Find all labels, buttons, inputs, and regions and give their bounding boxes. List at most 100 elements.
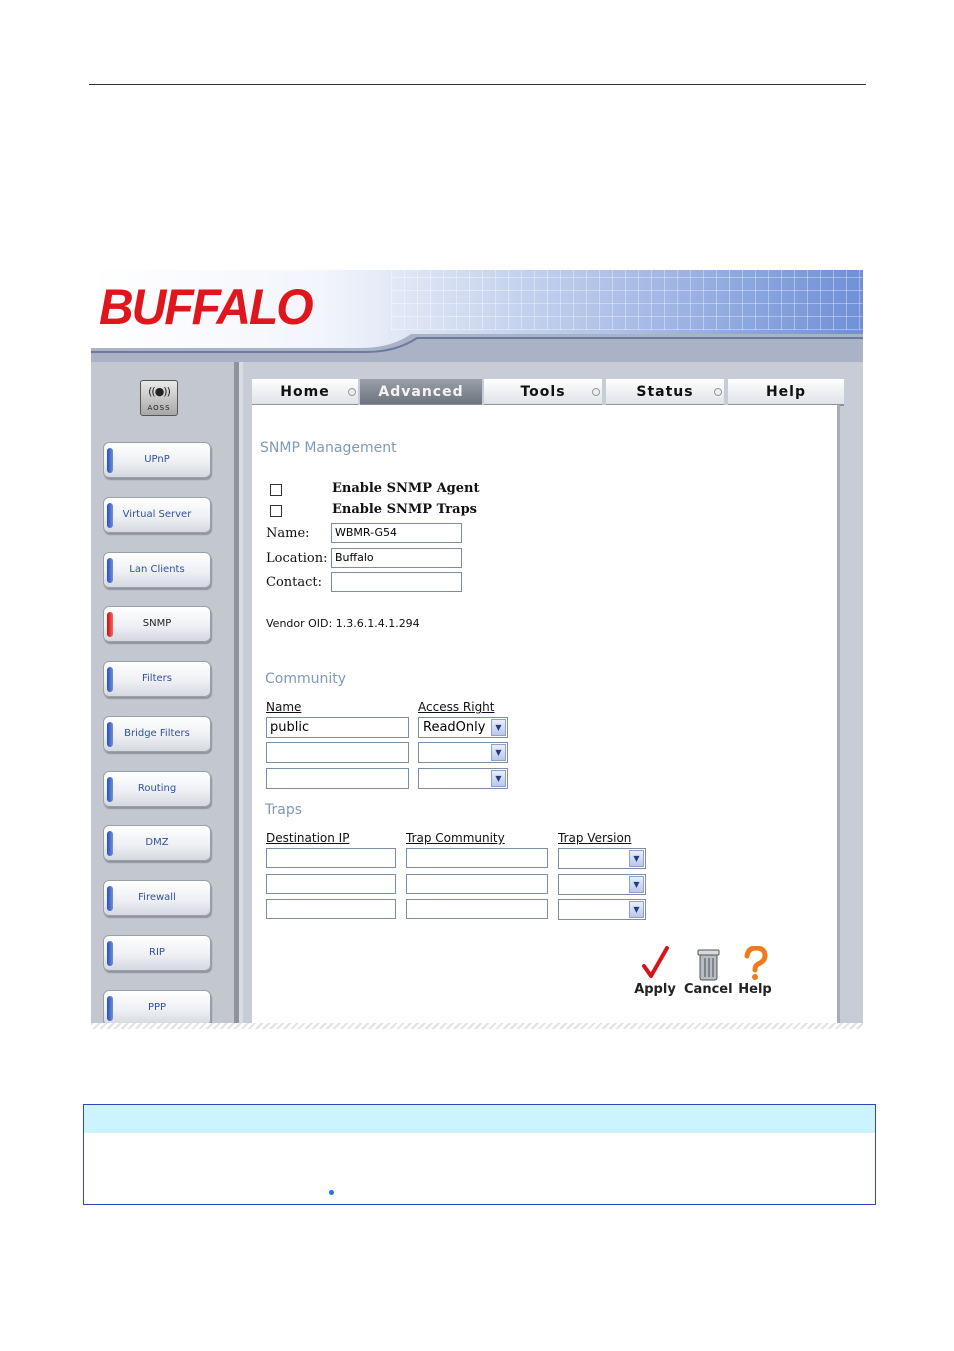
sidebar-item-label: RIP (149, 947, 165, 958)
tab-separator-icon (348, 388, 356, 396)
apply-button[interactable]: Apply (632, 946, 678, 997)
enable-snmp-traps-checkbox[interactable] (270, 505, 282, 517)
chevron-down-icon[interactable]: ▼ (491, 744, 506, 761)
contact-label: Contact: (266, 575, 323, 590)
community-name-input[interactable] (266, 742, 409, 763)
chevron-down-icon[interactable]: ▼ (491, 770, 506, 787)
tab-home[interactable]: Home (252, 379, 358, 406)
community-access-select[interactable]: ▼ (418, 768, 508, 789)
sidebar-item-indicator (107, 831, 113, 856)
sidebar-item-label: Lan Clients (129, 564, 185, 575)
sidebar-item-snmp[interactable]: SNMP (103, 606, 211, 642)
screenshot-bottom-edge (91, 1023, 863, 1029)
cancel-button[interactable]: Cancel (684, 946, 733, 997)
tab-separator-icon (714, 388, 722, 396)
buffalo-logo: BUFFALO (99, 279, 314, 336)
checkmark-icon (632, 946, 678, 982)
enable-snmp-traps-label: Enable SNMP Traps (332, 502, 477, 517)
aoss-button[interactable]: ((●)) AOSS (140, 380, 178, 416)
sidebar-item-bridge-filters[interactable]: Bridge Filters (103, 716, 211, 752)
sidebar-item-indicator (107, 612, 113, 637)
apply-label: Apply (634, 982, 676, 997)
tab-help[interactable]: Help (728, 379, 844, 406)
sidebar-item-indicator (107, 777, 113, 802)
sidebar-item-upnp[interactable]: UPnP (103, 442, 211, 478)
section-title-traps: Traps (265, 802, 303, 818)
router-admin-window: BUFFALO ((●)) AOSS UPnP Virtual Server L… (91, 270, 863, 1028)
vendor-oid-text: Vendor OID: 1.3.6.1.4.1.294 (266, 617, 420, 630)
sidebar-item-label: Firewall (138, 892, 176, 903)
trap-version-select[interactable]: ▼ (558, 899, 646, 920)
tab-tools[interactable]: Tools (484, 379, 602, 406)
chevron-down-icon[interactable]: ▼ (491, 719, 506, 736)
sidebar-item-filters[interactable]: Filters (103, 661, 211, 697)
sidebar-item-indicator (107, 886, 113, 911)
contact-input[interactable] (331, 572, 462, 592)
location-input[interactable]: Buffalo (331, 548, 462, 568)
enable-snmp-agent-label: Enable SNMP Agent (332, 481, 480, 496)
help-button[interactable]: Help (736, 945, 774, 997)
trap-version-header: Trap Version (558, 831, 632, 845)
sidebar-item-dmz[interactable]: DMZ (103, 825, 211, 861)
sidebar-item-indicator (107, 996, 113, 1021)
trash-can-icon (684, 946, 732, 982)
trap-community-input[interactable] (406, 874, 548, 894)
sidebar-divider-highlight (239, 362, 243, 1028)
trap-community-input[interactable] (406, 848, 548, 868)
section-title-community: Community (265, 671, 347, 687)
sidebar-item-label: DMZ (145, 837, 169, 848)
enable-snmp-agent-checkbox[interactable] (270, 484, 282, 496)
tab-separator-icon (592, 388, 600, 396)
note-box (83, 1104, 876, 1205)
sidebar-item-rip[interactable]: RIP (103, 935, 211, 971)
header-grid-pattern (391, 270, 863, 330)
sidebar-item-firewall[interactable]: Firewall (103, 880, 211, 916)
trap-version-select[interactable]: ▼ (558, 848, 646, 869)
trap-dest-input[interactable] (266, 899, 396, 919)
question-mark-icon (736, 945, 774, 982)
top-nav-tabs: Home Advanced Tools Status Help (252, 379, 844, 406)
page-top-rule (89, 84, 866, 85)
chevron-down-icon[interactable]: ▼ (629, 850, 644, 867)
trap-dest-input[interactable] (266, 874, 396, 894)
sidebar-item-lan-clients[interactable]: Lan Clients (103, 552, 211, 588)
sidebar-item-indicator (107, 558, 113, 583)
sidebar-item-virtual-server[interactable]: Virtual Server (103, 497, 211, 533)
header-banner: BUFFALO (91, 270, 863, 362)
sidebar-item-label: Routing (137, 783, 177, 794)
sidebar-item-indicator (107, 503, 113, 528)
trap-community-input[interactable] (406, 899, 548, 919)
community-name-input[interactable]: public (266, 717, 409, 738)
location-label: Location: (266, 551, 328, 566)
community-access-select[interactable]: ▼ (418, 742, 508, 763)
community-name-input[interactable] (266, 768, 409, 789)
trap-dest-header: Destination IP (266, 831, 350, 845)
chevron-down-icon[interactable]: ▼ (629, 901, 644, 918)
section-title-snmp: SNMP Management (260, 440, 397, 456)
sidebar-item-ppp[interactable]: PPP (103, 990, 211, 1026)
community-name-header: Name (266, 700, 302, 714)
name-input[interactable]: WBMR-G54 (331, 523, 462, 543)
sidebar-item-indicator (107, 667, 113, 692)
sidebar-item-routing[interactable]: Routing (103, 771, 211, 807)
aoss-waves-icon: ((●)) (148, 385, 171, 398)
name-label: Name: (266, 526, 310, 541)
help-label: Help (738, 982, 772, 997)
cancel-label: Cancel (684, 982, 733, 997)
sidebar-item-label: UPnP (144, 454, 170, 465)
community-access-select[interactable]: ReadOnly ▼ (418, 717, 508, 738)
note-box-header (84, 1105, 875, 1133)
sidebar-item-label: PPP (147, 1002, 167, 1013)
trap-dest-input[interactable] (266, 848, 396, 868)
community-access-value: ReadOnly (423, 720, 486, 735)
bullet-dot (329, 1190, 334, 1195)
tab-status[interactable]: Status (606, 379, 724, 406)
tab-advanced[interactable]: Advanced (360, 379, 482, 406)
sidebar-item-indicator (107, 941, 113, 966)
sidebar-item-indicator (107, 722, 113, 747)
sidebar-item-label: Bridge Filters (124, 728, 190, 739)
chevron-down-icon[interactable]: ▼ (629, 876, 644, 893)
aoss-label: AOSS (147, 404, 171, 412)
community-access-header: Access Right (418, 700, 495, 714)
trap-version-select[interactable]: ▼ (558, 874, 646, 895)
